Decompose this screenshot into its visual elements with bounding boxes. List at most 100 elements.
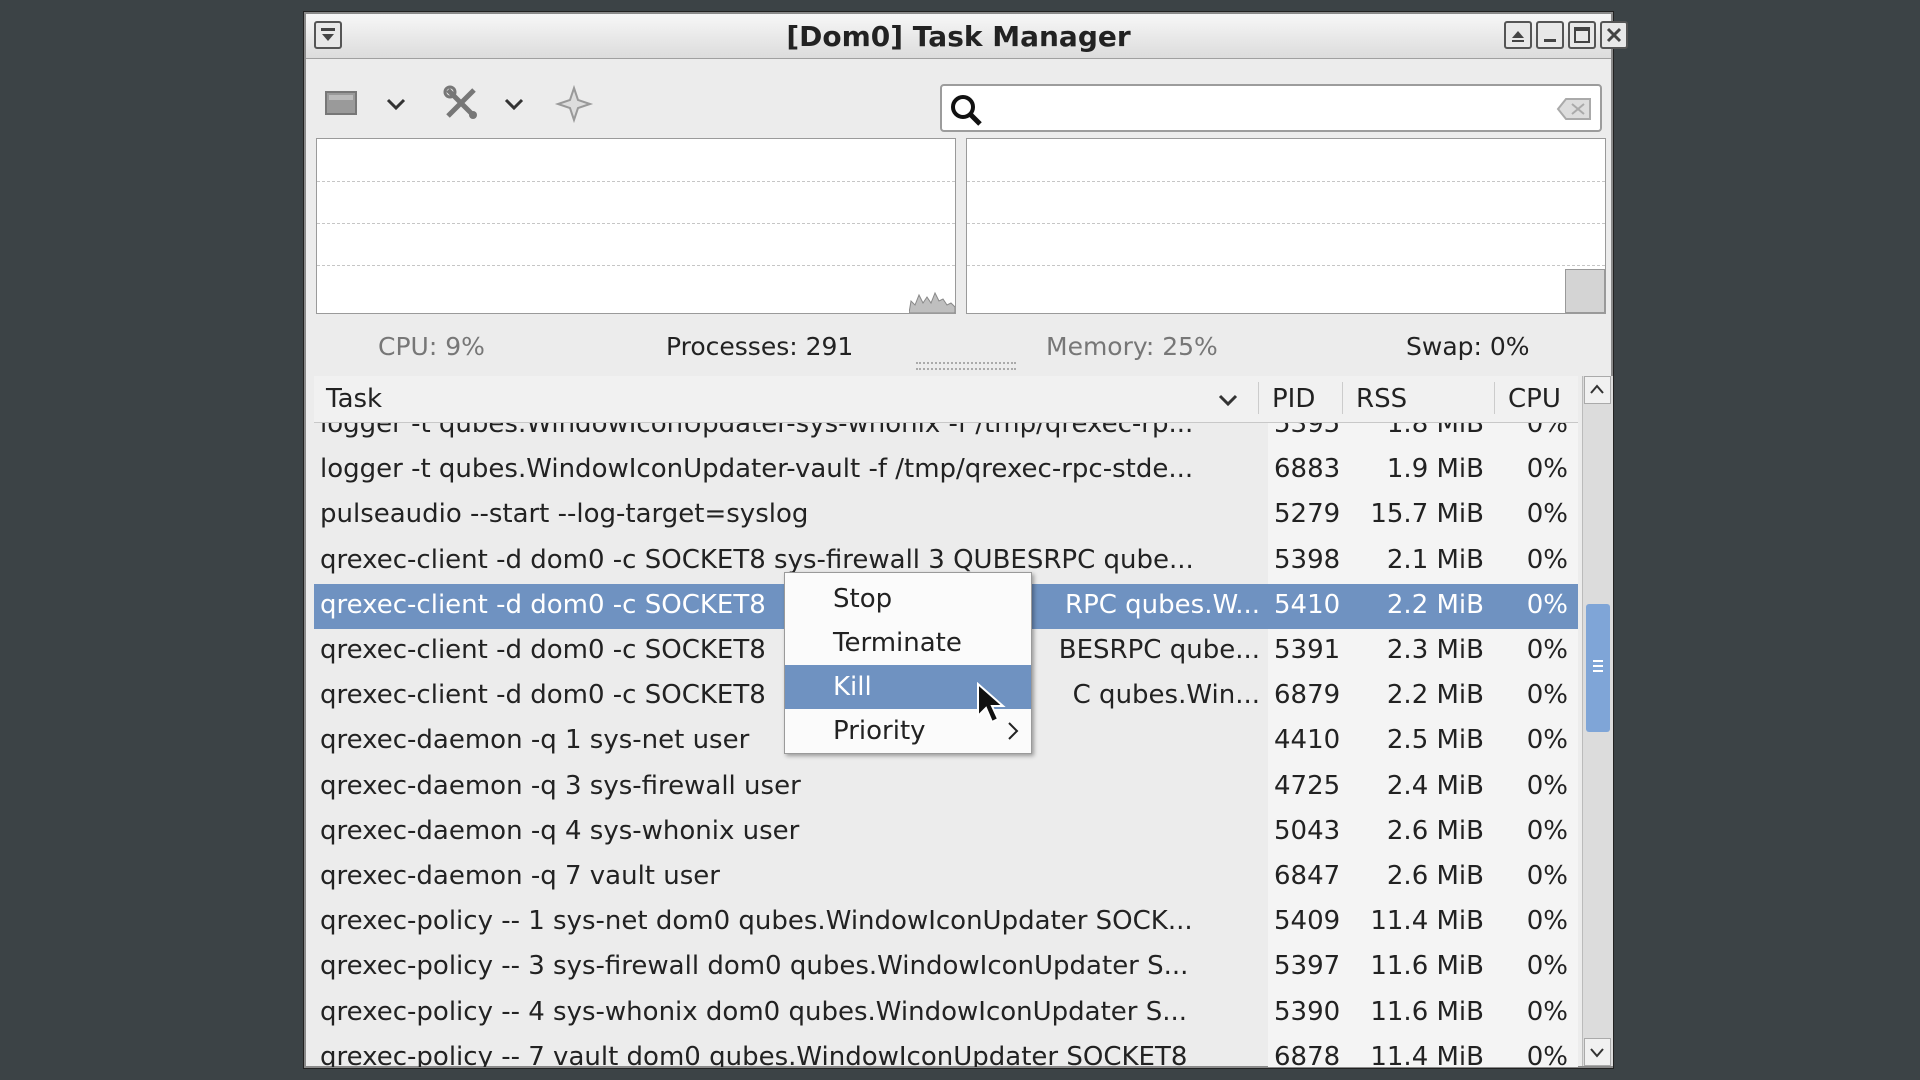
- table-row[interactable]: pulseaudio --start --log-target=syslog 52…: [314, 493, 1578, 538]
- scrollbar[interactable]: [1582, 376, 1613, 1066]
- shade-icon[interactable]: [1504, 21, 1532, 49]
- task-name-tail: RPC qubes.W...: [1065, 589, 1260, 620]
- task-name-tail: C qubes.Win...: [1072, 680, 1260, 711]
- pid-cell: 6883: [1274, 454, 1341, 485]
- cpu-usage: CPU: 9%: [378, 332, 485, 361]
- cpu-cell: 0%: [1526, 951, 1568, 982]
- table-header: Task PID RSS CPU: [314, 376, 1578, 423]
- cpu-cell: 0%: [1526, 589, 1568, 620]
- search-icon: [951, 95, 982, 126]
- cpu-graph: [316, 138, 956, 314]
- task-name-tail: BESRPC qube...: [1058, 635, 1260, 665]
- table-row[interactable]: qrexec-daemon -q 7 vault user 6847 2.6 MiB…: [314, 855, 1578, 900]
- rss-cell: 2.2 MiB: [1386, 680, 1484, 711]
- rss-cell: 1.9 MiB: [1386, 454, 1484, 485]
- cpu-cell: 0%: [1526, 454, 1568, 485]
- menu-item-terminate[interactable]: Terminate: [785, 621, 1031, 665]
- cpu-cell: 0%: [1526, 1041, 1568, 1067]
- cpu-cell: 0%: [1526, 544, 1568, 575]
- pid-cell: 5397: [1274, 951, 1341, 982]
- table-row[interactable]: qrexec-daemon -q 3 sys-firewall user 4725…: [314, 765, 1578, 810]
- cpu-cell: 0%: [1526, 996, 1568, 1027]
- pid-cell: 5391: [1274, 635, 1341, 665]
- task-name: qrexec-client -d dom0 -c SOCKET8: [320, 680, 766, 711]
- table-row[interactable]: logger -t qubes.WindowIconUpdater-sys-wh…: [314, 423, 1578, 448]
- rss-cell: 11.4 MiB: [1370, 906, 1484, 937]
- cpu-cell: 0%: [1526, 499, 1568, 530]
- star-icon[interactable]: [552, 82, 596, 126]
- pid-cell: 5390: [1274, 996, 1341, 1027]
- task-name: pulseaudio --start --log-target=syslog: [320, 499, 809, 530]
- pid-cell: 5279: [1274, 499, 1341, 530]
- table-row[interactable]: qrexec-policy -- 4 sys-whonix dom0 qubes…: [314, 991, 1578, 1036]
- table-row[interactable]: qrexec-daemon -q 4 sys-whonix user 5043 2.…: [314, 810, 1578, 855]
- close-icon[interactable]: [1600, 21, 1628, 49]
- pane-splitter[interactable]: [916, 362, 1016, 370]
- title-bar[interactable]: [Dom0] Task Manager: [306, 14, 1628, 59]
- column-rss[interactable]: RSS: [1356, 384, 1407, 414]
- wrench-screwdriver-icon[interactable]: [440, 82, 484, 126]
- task-name: qrexec-daemon -q 3 sys-firewall user: [320, 770, 801, 801]
- scroll-down-button[interactable]: [1584, 1038, 1611, 1066]
- pid-cell: 5410: [1274, 589, 1341, 620]
- app-icon[interactable]: [320, 82, 364, 126]
- chevron-down-icon[interactable]: [374, 82, 418, 126]
- chevron-down-icon[interactable]: [492, 82, 536, 126]
- rss-cell: 2.1 MiB: [1386, 544, 1484, 575]
- task-name: logger -t qubes.WindowIconUpdater-sys-wh…: [320, 423, 1194, 439]
- pid-cell: 4410: [1274, 725, 1341, 756]
- menu-item-stop[interactable]: Stop: [785, 577, 1031, 621]
- cpu-cell: 0%: [1526, 635, 1568, 665]
- table-row[interactable]: qrexec-policy -- 7 vault dom0 qubes.Wind…: [314, 1036, 1578, 1067]
- table-row[interactable]: qrexec-policy -- 1 sys-net dom0 qubes.Wi…: [314, 900, 1578, 945]
- swap-usage: Swap: 0%: [1406, 332, 1530, 361]
- column-cpu[interactable]: CPU: [1508, 384, 1561, 414]
- search-input[interactable]: [940, 84, 1602, 132]
- task-name: qrexec-client -d dom0 -c SOCKET8: [320, 635, 766, 665]
- column-pid[interactable]: PID: [1272, 384, 1315, 414]
- table-row[interactable]: logger -t qubes.WindowIconUpdater-vault …: [314, 448, 1578, 493]
- chevron-down-icon[interactable]: [1214, 386, 1242, 414]
- pid-cell: 6847: [1274, 861, 1341, 891]
- chevron-right-icon: [1008, 722, 1019, 740]
- context-menu: Stop Terminate Kill Priority: [784, 572, 1032, 754]
- rss-cell: 2.5 MiB: [1386, 725, 1484, 756]
- maximize-icon[interactable]: [1568, 21, 1596, 49]
- rss-cell: 2.4 MiB: [1386, 770, 1484, 801]
- rss-cell: 11.6 MiB: [1370, 996, 1484, 1027]
- process-count: Processes: 291: [666, 332, 854, 361]
- minimize-icon[interactable]: [1536, 21, 1564, 49]
- scroll-thumb[interactable]: [1586, 604, 1610, 732]
- pid-cell: 4725: [1274, 770, 1341, 801]
- memory-graph: [966, 138, 1606, 314]
- cpu-cell: 0%: [1526, 680, 1568, 711]
- clear-icon[interactable]: [1556, 96, 1592, 122]
- task-name: qrexec-client -d dom0 -c SOCKET8 sys-fir…: [320, 544, 1194, 575]
- rss-cell: 2.3 MiB: [1386, 635, 1484, 665]
- toolbar: [306, 60, 1611, 144]
- pid-cell: 5409: [1274, 906, 1341, 937]
- task-name: qrexec-policy -- 3 sys-firewall dom0 qub…: [320, 951, 1189, 982]
- rss-cell: 11.6 MiB: [1370, 951, 1484, 982]
- search-field[interactable]: [990, 92, 1544, 126]
- cpu-cell: 0%: [1526, 725, 1568, 756]
- table-row[interactable]: qrexec-policy -- 3 sys-firewall dom0 qub…: [314, 945, 1578, 990]
- cpu-cell: 0%: [1526, 861, 1568, 891]
- rss-cell: 2.6 MiB: [1386, 861, 1484, 891]
- rss-cell: 2.6 MiB: [1386, 815, 1484, 846]
- pid-cell: 6878: [1274, 1041, 1341, 1067]
- window-title: [Dom0] Task Manager: [786, 20, 1131, 53]
- pid-cell: 5398: [1274, 544, 1341, 575]
- rss-cell: 15.7 MiB: [1370, 499, 1484, 530]
- rss-cell: 11.4 MiB: [1370, 1041, 1484, 1067]
- task-name: qrexec-daemon -q 1 sys-net user: [320, 725, 750, 756]
- task-manager-window: [Dom0] Task Manager CPU: 9% Processes: 2…: [304, 12, 1628, 1068]
- task-name: logger -t qubes.WindowIconUpdater-vault …: [320, 454, 1194, 485]
- scroll-up-button[interactable]: [1584, 376, 1611, 404]
- memory-usage: Memory: 25%: [1046, 332, 1218, 361]
- task-name: qrexec-policy -- 4 sys-whonix dom0 qubes…: [320, 996, 1188, 1027]
- task-name: qrexec-policy -- 1 sys-net dom0 qubes.Wi…: [320, 906, 1193, 937]
- column-task[interactable]: Task: [326, 384, 382, 414]
- pid-cell: 6879: [1274, 680, 1341, 711]
- rss-cell: 2.2 MiB: [1386, 589, 1484, 620]
